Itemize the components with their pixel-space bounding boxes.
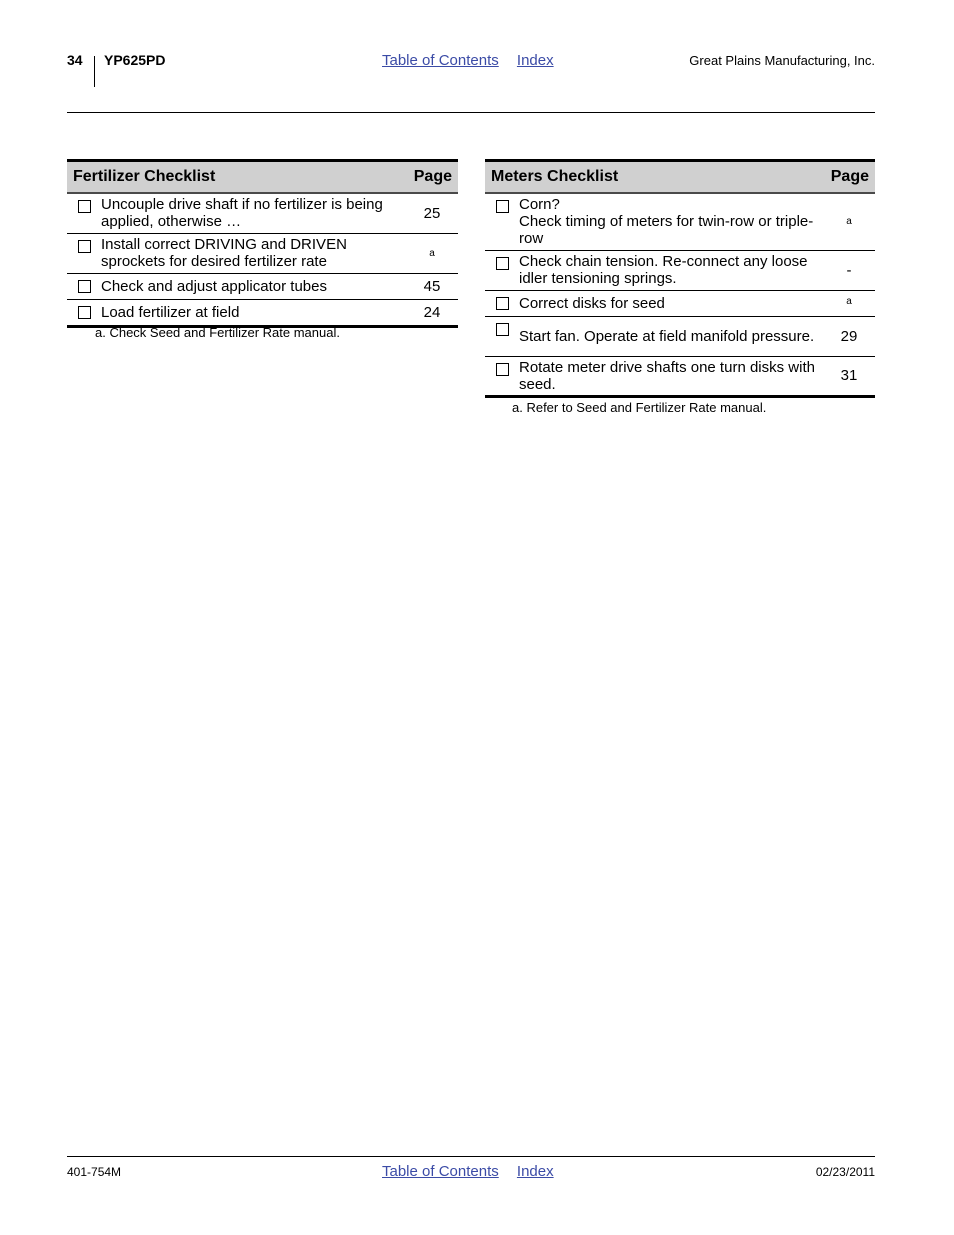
footer-nav: Table of Contents Index	[382, 1163, 568, 1180]
table-of-contents-link[interactable]: Table of Contents	[382, 1163, 499, 1180]
document-date: 02/23/2011	[815, 1165, 875, 1179]
checklist-item-text: Uncouple drive shaft if no fertilizer is…	[101, 193, 406, 234]
page-number: 34	[67, 52, 83, 68]
checklist-item-text: Load fertilizer at field	[101, 299, 406, 328]
page-column-header: Page	[823, 159, 875, 194]
checklist-item-text: Start fan. Operate at field manifold pre…	[519, 316, 823, 357]
page-reference: 31	[823, 356, 875, 398]
checklist-row: Corn? Check timing of meters for twin-ro…	[485, 193, 875, 251]
checklist-row: Start fan. Operate at field manifold pre…	[485, 316, 875, 357]
checklist-row: Load fertilizer at field 24	[67, 299, 458, 328]
checklist-row: Check and adjust applicator tubes 45	[67, 273, 458, 300]
page-reference: 25	[406, 193, 458, 234]
header-rule	[67, 112, 875, 113]
checklist-item-line: Corn?	[519, 196, 560, 214]
checklist-row: Rotate meter drive shafts one turn disks…	[485, 356, 875, 398]
page-reference-footnote: a	[823, 290, 875, 317]
checklist-row: Check chain tension. Re-connect any loos…	[485, 250, 875, 291]
checkbox[interactable]	[495, 200, 509, 213]
fertilizer-checklist-table: Fertilizer Checklist Page Uncouple drive…	[67, 159, 458, 328]
meters-footnote: a. Refer to Seed and Fertilizer Rate man…	[512, 400, 767, 415]
meters-checklist-title: Meters Checklist	[485, 159, 823, 194]
checklist-item-text: Correct disks for seed	[519, 290, 823, 317]
checklist-item-text: Check and adjust applicator tubes	[101, 273, 406, 300]
checkbox[interactable]	[77, 239, 91, 253]
page-reference: -	[823, 250, 875, 291]
checklist-row: Uncouple drive shaft if no fertilizer is…	[67, 193, 458, 234]
page-reference: 24	[406, 299, 458, 328]
checklist-item-line: Check timing of meters for twin-row or t…	[519, 213, 814, 248]
checkbox[interactable]	[77, 200, 91, 213]
page-reference: 45	[406, 273, 458, 300]
fertilizer-footnote: a. Check Seed and Fertilizer Rate manual…	[95, 325, 340, 340]
checklist-item-text: Check chain tension. Re-connect any loos…	[519, 250, 823, 291]
document-number: 401-754M	[67, 1165, 122, 1179]
checklist-item-text: Corn? Check timing of meters for twin-ro…	[519, 193, 823, 251]
checkbox[interactable]	[77, 279, 91, 293]
checkbox[interactable]	[495, 296, 509, 310]
page-reference: 29	[823, 316, 875, 357]
checklist-row: Install correct DRIVING and DRIVEN sproc…	[67, 233, 458, 274]
meters-checklist-table: Meters Checklist Page Corn? Check timing…	[485, 159, 875, 398]
model-name: YP625PD	[104, 52, 166, 68]
checklist-item-text: Install correct DRIVING and DRIVEN sproc…	[101, 233, 406, 274]
page-footer: 401-754M Table of Contents Index 02/23/2…	[67, 1163, 875, 1183]
page-column-header: Page	[406, 159, 458, 194]
page-header: 34 YP625PD Table of Contents Index Great…	[67, 52, 875, 92]
checkbox[interactable]	[495, 362, 509, 376]
header-nav: Table of Contents Index	[382, 52, 568, 69]
checkbox[interactable]	[495, 256, 509, 270]
table-of-contents-link[interactable]: Table of Contents	[382, 52, 499, 69]
fertilizer-checklist-title: Fertilizer Checklist	[67, 159, 406, 194]
header-divider	[94, 56, 95, 87]
checklist-item-text: Rotate meter drive shafts one turn disks…	[519, 356, 823, 398]
checkbox[interactable]	[495, 322, 509, 336]
page-reference-footnote: a	[823, 193, 875, 251]
checklist-row: Correct disks for seed a	[485, 290, 875, 317]
index-link[interactable]: Index	[517, 52, 554, 69]
footer-rule	[67, 1156, 875, 1157]
company-name: Great Plains Manufacturing, Inc.	[689, 53, 875, 68]
page-reference-footnote: a	[406, 233, 458, 274]
index-link[interactable]: Index	[517, 1163, 554, 1180]
checkbox[interactable]	[77, 305, 91, 319]
